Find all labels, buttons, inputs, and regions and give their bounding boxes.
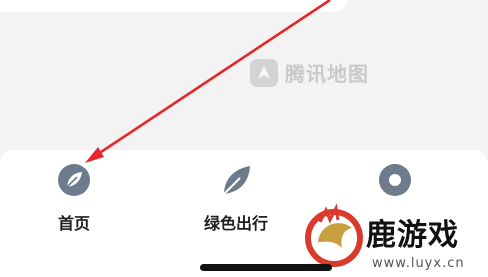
leaf-circle-icon	[58, 164, 90, 196]
leaf-icon	[223, 166, 250, 195]
tab-green-travel-label: 绿色出行	[203, 214, 268, 233]
watermark-text: 腾讯地图	[285, 62, 369, 86]
site-logo-name: 鹿游戏	[366, 218, 459, 253]
site-logo-url: www.luyx.cn	[372, 256, 465, 271]
map-watermark: 腾讯地图	[250, 58, 369, 87]
tab-home-label: 首页	[57, 214, 90, 233]
compass-icon	[250, 58, 278, 87]
tab-home[interactable]: 首页	[14, 162, 134, 234]
location-pin-icon	[379, 164, 411, 196]
tab-green-travel[interactable]: 绿色出行	[176, 162, 296, 234]
home-indicator[interactable]	[200, 264, 332, 271]
map-area[interactable]: 腾讯地图	[0, 0, 488, 150]
app-screen: 腾讯地图 首页 绿色出行 鹿游戏 www.luyx.cn	[0, 0, 488, 277]
deer-logo-icon	[305, 203, 363, 267]
